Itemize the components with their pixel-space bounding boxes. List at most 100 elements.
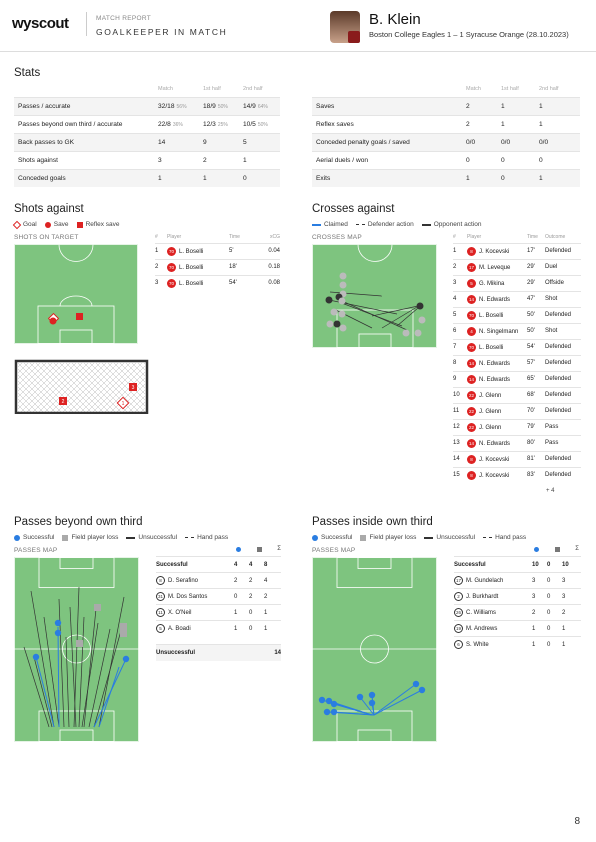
jersey-badge: 17 — [454, 576, 463, 585]
stat-match: 14 — [158, 132, 203, 151]
stat-2nd-half: 1 — [539, 114, 580, 133]
cross-row: 13 14 N. Edwards 80' Pass — [453, 434, 581, 451]
stat-1st-half: 0 — [501, 168, 539, 187]
jersey-badge: 6 — [454, 640, 463, 650]
jersey-badge: 70 — [167, 262, 176, 272]
passes-beyond-pitch — [14, 557, 139, 742]
passes-inside-col-icons: Σ — [534, 546, 579, 552]
stat-match: 22/8 36% — [158, 114, 203, 133]
shot-marker-save — [49, 317, 57, 325]
cross-row: 6 4 N. Singelmann 50' Shot — [453, 322, 581, 339]
stat-match: 32/18 56% — [158, 96, 203, 115]
crosses-table: # Player Time Outcome 1 8 J. Kocevski 17' De… — [453, 232, 581, 483]
legend-opponent: Opponent action — [421, 221, 481, 228]
cross-row: 14 8 J. Kocevski 81' Defended — [453, 450, 581, 467]
passes-beyond-col-icons: Σ — [236, 546, 281, 552]
stat-label: Exits — [312, 168, 466, 187]
passes-inside-pitch — [312, 557, 437, 742]
jersey-badge: 31 — [156, 592, 165, 601]
jersey-badge: 70 — [467, 310, 476, 320]
legend-unsuccessful: Unsuccessful — [424, 534, 475, 541]
legend-successful: Successful — [14, 534, 54, 541]
cross-row: 4 14 N. Edwards 47' Shot — [453, 290, 581, 307]
line-solid-icon — [421, 223, 431, 226]
stat-1st-half: 9 — [203, 132, 243, 151]
header-divider — [86, 12, 87, 36]
stat-match: 1 — [158, 168, 203, 187]
spacer-row — [156, 637, 281, 645]
stat-1st-half: 0 — [501, 150, 539, 169]
summary-row: Successful 10 0 10 — [454, 556, 581, 573]
blue-dot-icon — [312, 534, 318, 541]
stat-match: 2 — [466, 114, 501, 133]
jersey-badge: 14 — [467, 438, 476, 448]
blue-dot-icon — [236, 547, 241, 552]
player-name: B. Klein — [369, 11, 421, 28]
stat-1st-half: 2 — [203, 150, 243, 169]
jersey-badge: 22 — [467, 390, 476, 400]
stats-row: Passes / accurate 32/18 56% 18/9 50% 14/9 64% — [14, 96, 280, 115]
stat-2nd-half: 1 — [539, 96, 580, 115]
stats-row: Saves 2 1 1 — [312, 96, 580, 115]
jersey-badge: 8 — [467, 454, 476, 464]
shot-marker-reflex — [76, 313, 83, 320]
stat-1st-half: 18/9 50% — [203, 96, 243, 115]
pass-row: 17 M. Gundelach 3 0 3 — [454, 572, 581, 589]
passes-beyond-legend: Successful Field player loss Unsuccessfu… — [14, 534, 228, 541]
jersey-badge: 8 — [467, 470, 476, 480]
jersey-badge: 70 — [167, 278, 176, 288]
cross-row: 8 14 N. Edwards 57' Defended — [453, 354, 581, 371]
report-kicker: MATCH REPORT — [96, 15, 151, 22]
jersey-badge: 14 — [467, 294, 476, 304]
stat-2nd-half: 1 — [539, 168, 580, 187]
jersey-badge: 11 — [156, 608, 165, 617]
shots-pitch-lines — [14, 244, 138, 344]
stats-row: Back passes to GK 14 9 5 — [14, 132, 280, 151]
pass-row: 8 D. Serafino 2 2 4 — [156, 572, 281, 589]
crosses-legend: Claimed Defender action Opponent action — [312, 221, 481, 228]
page-number: 8 — [574, 816, 580, 827]
stat-2nd-half: 0/0 — [539, 132, 580, 151]
legend-hand-pass: Hand pass — [483, 534, 526, 541]
legend-reflex-save: Reflex save — [76, 221, 120, 228]
cross-row: 3 5 G. Mikina 29' Offside — [453, 274, 581, 291]
stats-row: Aerial duels / won 0 0 0 — [312, 150, 580, 169]
pass-row: 2 J. Burkhardt 3 0 3 — [454, 588, 581, 605]
stat-match: 0 — [466, 150, 501, 169]
line-solid-icon — [424, 536, 434, 539]
jersey-badge: 4 — [467, 326, 476, 336]
cross-row: 9 14 N. Edwards 65' Defended — [453, 370, 581, 387]
wyscout-logo: wyscout — [12, 15, 69, 32]
jersey-badge: 22 — [467, 406, 476, 416]
cross-row: 2 17 M. Leveque 29' Duel — [453, 258, 581, 275]
stats-row: Reflex saves 2 1 1 — [312, 114, 580, 133]
legend-successful: Successful — [312, 534, 352, 541]
cross-row: 1 8 J. Kocevski 17' Defended — [453, 242, 581, 259]
header-rule — [0, 51, 596, 52]
crosses-pitch-lines — [312, 244, 437, 348]
stat-match: 1 — [466, 168, 501, 187]
cross-row: 12 22 J. Glenn 79' Pass — [453, 418, 581, 435]
reflex-square-icon — [76, 221, 83, 228]
legend-goal: Goal — [12, 220, 37, 229]
stats-row: Conceded penalty goals / saved 0/0 0/0 0/0 — [312, 132, 580, 151]
stats-table-right: Match 1st half 2nd half Saves 2 1 1 Reflex s… — [312, 81, 580, 187]
gray-square-icon — [256, 547, 262, 552]
stat-match: 2 — [466, 96, 501, 115]
cross-row: 5 70 L. Boselli 50' Defended — [453, 306, 581, 323]
stat-2nd-half: 14/9 64% — [243, 96, 280, 115]
team-logo-icon — [348, 31, 360, 43]
crosses-title: Crosses against — [312, 203, 395, 215]
stat-label: Saves — [312, 96, 466, 115]
stats-title: Stats — [14, 67, 41, 79]
match-info: Boston College Eagles 1 – 1 Syracuse Ora… — [369, 30, 569, 39]
pass-row: 31 M. Dos Santos 0 2 2 — [156, 588, 281, 605]
stat-label: Shots against — [14, 150, 158, 169]
shots-table: # Player Time xCG 1 70 L. Boselli 5' 0.04 2 70… — [155, 232, 280, 291]
legend-claimed: Claimed — [312, 221, 348, 228]
passes-beyond-table: Successful 4 4 8 8 D. Serafino 2 2 4 31 M. Dos San… — [156, 556, 281, 661]
passes-beyond-map-label: PASSES MAP — [14, 547, 58, 554]
gray-square-icon — [554, 547, 560, 552]
shots-pitch — [14, 244, 138, 344]
passes-beyond-pitch-lines — [14, 557, 139, 742]
